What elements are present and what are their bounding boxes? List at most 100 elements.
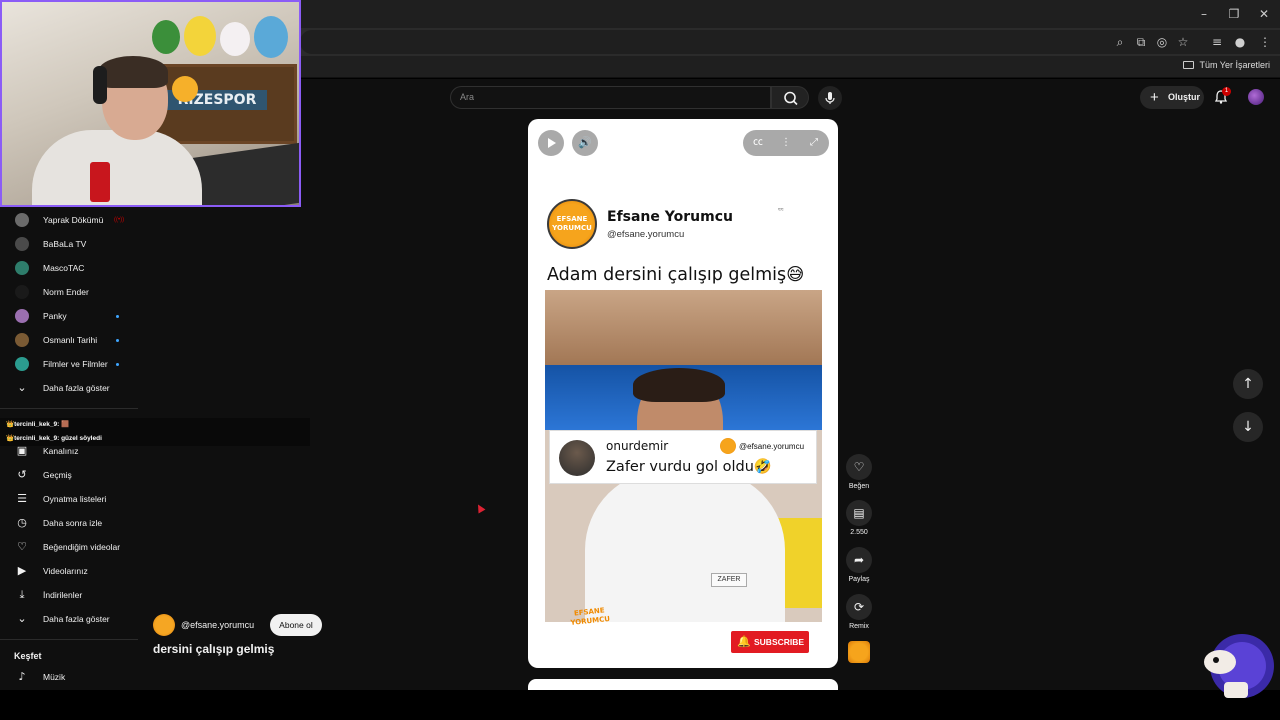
close-icon[interactable]: ✕ (1256, 6, 1272, 22)
notification-badge: 1 (1222, 87, 1231, 96)
sidebar-item-yaprak-dokumu[interactable]: Yaprak Dökümü ((•)) (0, 208, 138, 232)
sidebar-item-liked-videos[interactable]: ♡ Beğendiğim videolar (0, 535, 138, 559)
sidebar-item-norm-ender[interactable]: Norm Ender (0, 280, 138, 304)
play-button[interactable] (538, 130, 564, 156)
short-channel-row: @efsane.yorumcu Abone ol (153, 614, 322, 636)
fullscreen-icon[interactable]: ⤢ (807, 136, 821, 150)
search-input[interactable]: Ara (450, 86, 771, 109)
live-indicator-icon: ((•)) (114, 217, 125, 223)
sidebar-item-label: Müzik (43, 672, 66, 682)
stream-chat-overlay: 👑tercinli_kek_9: 🟫 👑tercinli_kek_9: güze… (0, 418, 310, 446)
comment-handle-text: @efsane.yorumcu (739, 441, 805, 451)
comment-card: onurdemir @efsane.yorumcu Zafer vurdu go… (549, 430, 817, 484)
comment-icon[interactable]: ▤ (846, 500, 872, 526)
microphone-icon (825, 92, 835, 104)
heart-icon[interactable]: ♡ (846, 454, 872, 480)
divider (0, 408, 138, 409)
person-hair (633, 368, 725, 402)
sidebar-item-label: İndirilenler (43, 590, 83, 600)
comment-handle: @efsane.yorumcu (720, 438, 804, 454)
sidebar-item-label: Geçmiş (43, 470, 72, 480)
more-menu-icon[interactable]: ⋮ (1257, 34, 1273, 50)
channel-handle: @efsane.yorumcu (607, 229, 685, 240)
audio-thumbnail[interactable] (848, 641, 870, 663)
new-content-dot (116, 314, 119, 318)
search-button[interactable] (771, 86, 809, 109)
share-icon[interactable]: ➦ (846, 547, 872, 573)
zoom-icon[interactable]: ⌕ (1112, 34, 1128, 50)
show-more-you[interactable]: ⌄ Daha fazla göster (0, 607, 138, 631)
channel-avatar (15, 261, 29, 275)
next-short-preview[interactable] (528, 679, 838, 690)
sidebar-item-label: Videolarınız (43, 566, 88, 576)
share-label: Paylaş (848, 576, 870, 583)
volume-button[interactable]: 🔊 (572, 130, 598, 156)
remix-label: Remix (849, 623, 869, 630)
subscribe-button[interactable]: Abone ol (270, 614, 322, 636)
channel-handle[interactable]: @efsane.yorumcu (181, 620, 254, 630)
sidebar-item-panky[interactable]: Panky (0, 304, 138, 328)
explore-heading: Keşfet (14, 651, 42, 661)
sidebar-item-history[interactable]: ↺ Geçmiş (0, 463, 138, 487)
plush-toy (172, 76, 198, 102)
sidebar-item-filmler-ve-filmler[interactable]: Filmler ve Filmler (0, 352, 138, 376)
sidebar-item-watch-later[interactable]: ◷ Daha sonra izle (0, 511, 138, 535)
previous-short-button[interactable]: ↑ (1233, 369, 1263, 399)
channel-avatar[interactable] (153, 614, 175, 636)
more-options-icon[interactable]: ⋮ (779, 136, 793, 150)
tab-strip (300, 0, 1280, 28)
sidebar-item-label: Filmler ve Filmler (43, 359, 108, 369)
restore-icon[interactable]: ❐ (1226, 6, 1242, 22)
short-title[interactable]: dersini çalışıp gelmiş (153, 642, 274, 656)
reading-list-icon[interactable]: ≡ (1209, 34, 1225, 50)
liked-icon: ♡ (17, 540, 27, 553)
sidebar: Yaprak Dökümü ((•)) BaBaLa TV MascoTAC N… (0, 207, 138, 690)
shorts-player[interactable]: 🔊 ㏄ ⋮ ⤢ EFSANE YORUMCU Efsane Yorumcu @e… (528, 119, 838, 668)
in-video-subscribe-badge: 🔔 SUBSCRIBE (731, 631, 809, 653)
sidebar-item-playlists[interactable]: ☰ Oynatma listeleri (0, 487, 138, 511)
bookmark-star-icon[interactable]: ☆ (1175, 34, 1191, 50)
channel-avatar (15, 285, 29, 299)
webcam-overlay: RIZESPOR (0, 0, 301, 207)
channel-avatar (15, 333, 29, 347)
remix-icon[interactable]: ⟳ (846, 594, 872, 620)
channel-logo (720, 438, 736, 454)
chat-message: 👑tercinli_kek_9: 🟫 (6, 421, 70, 428)
history-icon: ↺ (17, 468, 27, 481)
sidebar-item-babala-tv[interactable]: BaBaLa TV (0, 232, 138, 256)
install-app-icon[interactable]: ⧉ (1133, 34, 1149, 50)
profile-icon[interactable]: ● (1232, 34, 1248, 50)
post-caption: Adam dersini çalışıp gelmiş😅 (547, 265, 805, 285)
minimize-icon[interactable]: – (1196, 6, 1212, 22)
channel-icon: ▣ (16, 444, 28, 457)
plus-icon: + (1150, 89, 1159, 106)
person-shirt (585, 470, 785, 622)
taskbar (0, 690, 1280, 720)
channel-name: Efsane Yorumcu (607, 209, 733, 225)
sidebar-item-downloads[interactable]: ⤓ İndirilenler (0, 583, 138, 607)
sidebar-item-osmanli-tarihi[interactable]: Osmanlı Tarihi (0, 328, 138, 352)
plush-toy (254, 16, 288, 58)
sidebar-item-your-videos[interactable]: ▶ Videolarınız (0, 559, 138, 583)
your-videos-icon: ▶ (17, 564, 27, 577)
captions-icon[interactable]: ㏄ (751, 136, 765, 150)
next-short-button[interactable]: ↓ (1233, 412, 1263, 442)
create-button[interactable]: + Oluştur (1140, 86, 1204, 109)
sidebar-item-label: Panky (43, 311, 67, 321)
comments-count: 2.550 (850, 529, 868, 536)
plush-toy (152, 20, 180, 54)
folder-icon (1183, 61, 1195, 69)
show-more-subscriptions[interactable]: ⌄ Daha fazla göster (0, 376, 138, 400)
drink-can (90, 162, 110, 202)
voice-search-button[interactable] (818, 86, 842, 110)
commenter-avatar (559, 440, 595, 476)
eye-off-icon[interactable]: ◎ (1154, 34, 1170, 50)
all-bookmarks-button[interactable]: Tüm Yer İşaretleri (1183, 60, 1270, 70)
volume-icon: 🔊 (578, 136, 592, 149)
new-content-dot (116, 362, 119, 366)
bookmarks-bar: Tüm Yer İşaretleri (300, 56, 1280, 78)
account-avatar[interactable] (1248, 89, 1264, 105)
sidebar-item-mascotac[interactable]: MascoTAC (0, 256, 138, 280)
sidebar-item-music[interactable]: ♪ Müzik (0, 665, 138, 689)
sidebar-item-label: Osmanlı Tarihi (43, 335, 98, 345)
